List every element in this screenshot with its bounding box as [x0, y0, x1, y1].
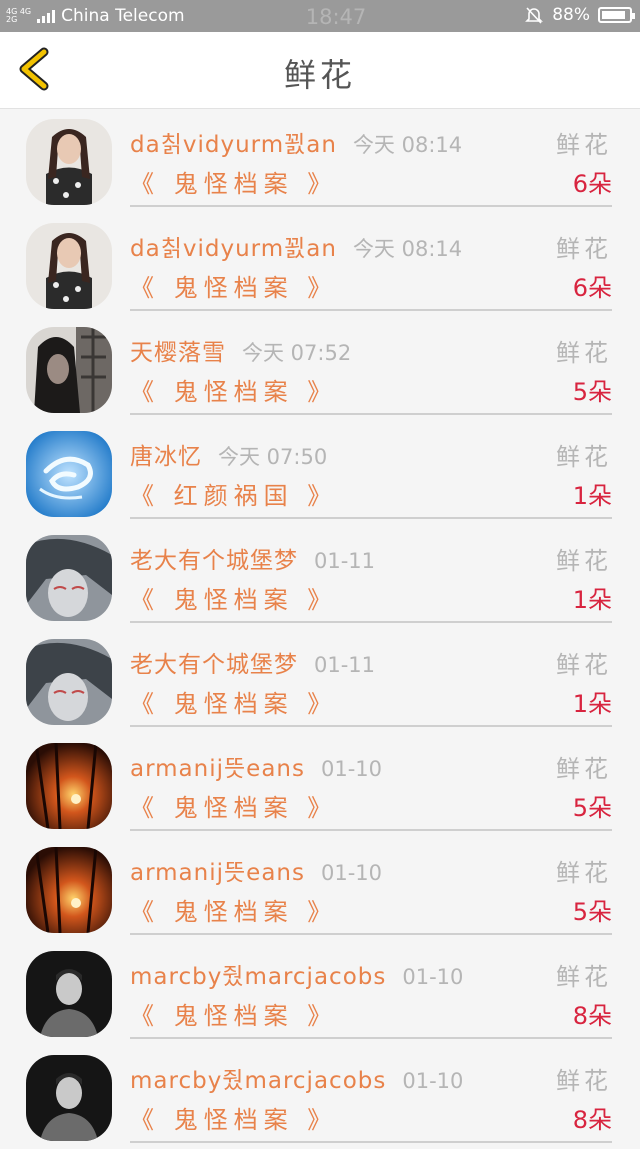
- avatar[interactable]: [26, 535, 112, 621]
- user-name[interactable]: 老大有个城堡梦: [130, 548, 298, 574]
- book-title[interactable]: 《 鬼怪档案 》: [130, 164, 337, 199]
- user-name[interactable]: marcby줬marcjacobs: [130, 1068, 386, 1094]
- gift-count: 6朵: [572, 274, 612, 302]
- battery-percent: 88%: [552, 5, 590, 25]
- flower-list: da칡vidyurm꾌an 今天 08:14 《 鬼怪档案 》 鲜花 6朵 da칡…: [0, 109, 640, 1149]
- gift-label: 鲜花: [556, 1067, 612, 1095]
- item-content: marcby줬marcjacobs 01-10 《 鬼怪档案 》 鲜花 8朵: [130, 1045, 612, 1143]
- user-name[interactable]: marcby줬marcjacobs: [130, 964, 386, 990]
- send-time: 01-10: [402, 965, 464, 989]
- send-time: 今天 08:14: [352, 133, 463, 157]
- book-title[interactable]: 《 鬼怪档案 》: [130, 996, 337, 1031]
- gift-count: 8朵: [572, 1002, 612, 1030]
- avatar[interactable]: [26, 223, 112, 309]
- list-item[interactable]: armanij뜻eans 01-10 《 鬼怪档案 》 鲜花 5朵: [0, 733, 640, 837]
- send-time: 01-10: [320, 861, 382, 885]
- item-content: da칡vidyurm꾌an 今天 08:14 《 鬼怪档案 》 鲜花 6朵: [130, 109, 612, 207]
- avatar[interactable]: [26, 431, 112, 517]
- user-name[interactable]: 唐冰忆: [130, 444, 202, 470]
- avatar[interactable]: [26, 1055, 112, 1141]
- nav-bar: 鲜花: [0, 32, 640, 109]
- mute-bell-icon: [525, 7, 544, 24]
- page-title: 鲜花: [283, 56, 356, 94]
- gift-label: 鲜花: [556, 859, 612, 887]
- list-item[interactable]: armanij뜻eans 01-10 《 鬼怪档案 》 鲜花 5朵: [0, 837, 640, 941]
- send-time: 今天 07:50: [218, 445, 328, 469]
- gift-label: 鲜花: [556, 339, 612, 367]
- item-content: 天樱落雪 今天 07:52 《 鬼怪档案 》 鲜花 5朵: [130, 317, 612, 415]
- book-title[interactable]: 《 鬼怪档案 》: [130, 788, 337, 823]
- avatar[interactable]: [26, 327, 112, 413]
- send-time: 01-11: [314, 653, 376, 677]
- item-content: armanij뜻eans 01-10 《 鬼怪档案 》 鲜花 5朵: [130, 837, 612, 935]
- book-title[interactable]: 《 鬼怪档案 》: [130, 684, 337, 719]
- gift-count: 1朵: [572, 482, 612, 510]
- avatar[interactable]: [26, 847, 112, 933]
- gift-label: 鲜花: [556, 131, 612, 159]
- gift-label: 鲜花: [556, 755, 612, 783]
- item-content: marcby줬marcjacobs 01-10 《 鬼怪档案 》 鲜花 8朵: [130, 941, 612, 1039]
- send-time: 01-11: [314, 549, 376, 573]
- book-title[interactable]: 《 鬼怪档案 》: [130, 268, 337, 303]
- list-item[interactable]: marcby줬marcjacobs 01-10 《 鬼怪档案 》 鲜花 8朵: [0, 1045, 640, 1149]
- list-item[interactable]: 天樱落雪 今天 07:52 《 鬼怪档案 》 鲜花 5朵: [0, 317, 640, 421]
- user-name[interactable]: da칡vidyurm꾌an: [130, 236, 337, 262]
- item-content: 老大有个城堡梦 01-11 《 鬼怪档案 》 鲜花 1朵: [130, 525, 612, 623]
- item-content: 唐冰忆 今天 07:50 《 红颜祸国 》 鲜花 1朵: [130, 421, 612, 519]
- gift-label: 鲜花: [556, 963, 612, 991]
- battery-icon: [598, 7, 635, 23]
- gift-label: 鲜花: [556, 443, 612, 471]
- gift-count: 5朵: [572, 898, 612, 926]
- send-time: 01-10: [402, 1069, 464, 1093]
- user-name[interactable]: armanij뜻eans: [130, 756, 305, 782]
- list-item[interactable]: 老大有个城堡梦 01-11 《 鬼怪档案 》 鲜花 1朵: [0, 629, 640, 733]
- list-item[interactable]: 老大有个城堡梦 01-11 《 鬼怪档案 》 鲜花 1朵: [0, 525, 640, 629]
- status-bar: 4G 4G 2G China Telecom 18:47 88%: [0, 0, 640, 32]
- gift-label: 鲜花: [556, 651, 612, 679]
- gift-count: 8朵: [572, 1106, 612, 1134]
- book-title[interactable]: 《 红颜祸国 》: [130, 476, 337, 511]
- gift-count: 1朵: [572, 586, 612, 614]
- user-name[interactable]: 天樱落雪: [130, 340, 226, 366]
- item-content: armanij뜻eans 01-10 《 鬼怪档案 》 鲜花 5朵: [130, 733, 612, 831]
- gift-label: 鲜花: [556, 547, 612, 575]
- list-item[interactable]: da칡vidyurm꾌an 今天 08:14 《 鬼怪档案 》 鲜花 6朵: [0, 213, 640, 317]
- list-item[interactable]: 唐冰忆 今天 07:50 《 红颜祸国 》 鲜花 1朵: [0, 421, 640, 525]
- user-name[interactable]: armanij뜻eans: [130, 860, 305, 886]
- send-time: 今天 08:14: [352, 237, 463, 261]
- book-title[interactable]: 《 鬼怪档案 》: [130, 892, 337, 927]
- gift-label: 鲜花: [556, 235, 612, 263]
- gift-count: 6朵: [572, 170, 612, 198]
- avatar[interactable]: [26, 119, 112, 205]
- send-time: 01-10: [320, 757, 382, 781]
- list-item[interactable]: da칡vidyurm꾌an 今天 08:14 《 鬼怪档案 》 鲜花 6朵: [0, 109, 640, 213]
- list-item[interactable]: marcby줬marcjacobs 01-10 《 鬼怪档案 》 鲜花 8朵: [0, 941, 640, 1045]
- status-right: 88%: [524, 5, 635, 25]
- send-time: 今天 07:52: [242, 341, 352, 365]
- book-title[interactable]: 《 鬼怪档案 》: [130, 1100, 337, 1135]
- avatar[interactable]: [26, 951, 112, 1037]
- avatar[interactable]: [26, 743, 112, 829]
- user-name[interactable]: da칡vidyurm꾌an: [130, 132, 337, 158]
- user-name[interactable]: 老大有个城堡梦: [130, 652, 298, 678]
- item-content: 老大有个城堡梦 01-11 《 鬼怪档案 》 鲜花 1朵: [130, 629, 612, 727]
- avatar[interactable]: [26, 639, 112, 725]
- gift-count: 1朵: [572, 690, 612, 718]
- gift-count: 5朵: [572, 794, 612, 822]
- book-title[interactable]: 《 鬼怪档案 》: [130, 372, 337, 407]
- item-content: da칡vidyurm꾌an 今天 08:14 《 鬼怪档案 》 鲜花 6朵: [130, 213, 612, 311]
- book-title[interactable]: 《 鬼怪档案 》: [130, 580, 337, 615]
- gift-count: 5朵: [572, 378, 612, 406]
